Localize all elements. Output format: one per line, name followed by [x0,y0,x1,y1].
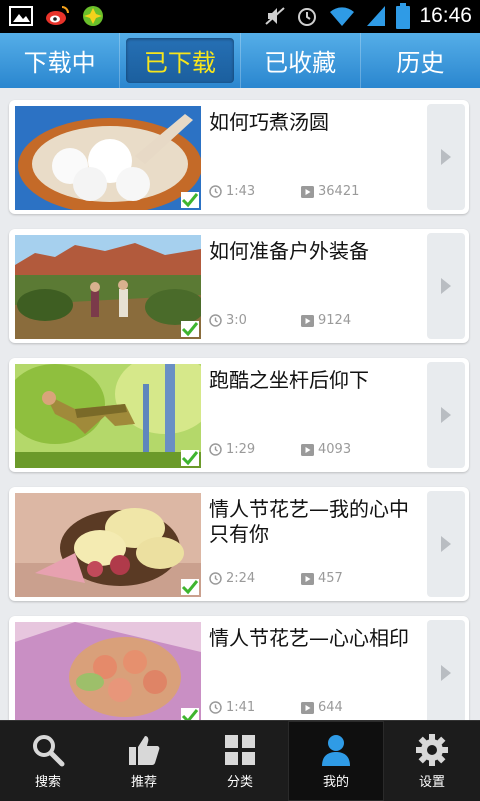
video-meta: 3:0 9124 [209,313,351,328]
video-title: 情人节花艺—我的心中只有你 [209,497,409,546]
grid-icon [225,734,255,765]
clock-icon [209,572,222,585]
clock-icon [209,701,222,714]
list-item[interactable]: 如何巧煮汤圆 1:43 36421 [9,100,469,214]
video-thumbnail [15,364,201,468]
video-meta: 1:43 36421 [209,184,359,199]
play-count-icon [301,314,314,327]
video-title: 跑酷之坐杆后仰下 [209,368,369,392]
video-title: 如何巧煮汤圆 [209,110,329,134]
tab-downloaded[interactable]: 已下载 [120,33,241,88]
video-plays: 36421 [318,184,360,199]
thumbs-up-icon [129,735,160,765]
chevron-right-icon [441,149,451,165]
downloaded-check-icon [181,579,199,595]
downloaded-check-icon [181,450,199,466]
clock: 16:46 [419,4,472,27]
play-count-icon [301,572,314,585]
nav-category[interactable]: 分类 [192,721,288,801]
nav-settings[interactable]: 设置 [384,721,480,801]
video-plays: 9124 [318,313,352,328]
play-count-icon [301,701,314,714]
gallery-icon [9,6,33,26]
nav-recommend[interactable]: 推荐 [96,721,192,801]
open-arrow-button[interactable] [427,620,465,720]
search-icon [33,734,65,766]
chevron-right-icon [441,665,451,681]
gear-icon [416,733,448,766]
clock-icon [209,443,222,456]
chevron-right-icon [441,278,451,294]
video-duration: 1:41 [226,700,256,715]
nav-label: 搜索 [34,774,61,790]
list-item[interactable]: 如何准备户外装备 3:0 9124 [9,229,469,343]
video-thumbnail [15,493,201,597]
bottom-nav: 搜索 推荐 分类 我的 设置 [0,720,480,801]
open-arrow-button[interactable] [427,362,465,468]
video-title: 情人节花艺—心心相印 [209,626,409,650]
tab-label: 已下载 [125,38,234,83]
list-item[interactable]: 情人节花艺—心心相印 1:41 644 [9,616,469,720]
chevron-right-icon [441,536,451,552]
tab-label: 历史 [396,49,445,77]
clock-icon [209,185,222,198]
wifi-icon [330,7,355,26]
status-bar: 16:46 [0,0,480,33]
video-thumbnail [15,622,201,720]
open-arrow-button[interactable] [427,104,465,210]
weibo-icon [46,6,69,25]
nav-label: 推荐 [130,774,157,790]
video-meta: 2:24 457 [209,571,343,586]
video-title: 如何准备户外装备 [209,239,369,263]
open-arrow-button[interactable] [427,233,465,339]
downloaded-check-icon [181,321,199,337]
tab-label: 下载中 [23,49,96,77]
list-item[interactable]: 情人节花艺—我的心中只有你 2:24 457 [9,487,469,601]
video-duration: 1:29 [226,442,256,457]
alarm-icon [298,8,317,26]
chevron-right-icon [441,407,451,423]
video-meta: 1:41 644 [209,700,343,715]
video-plays: 4093 [318,442,352,457]
open-arrow-button[interactable] [427,491,465,597]
clock-icon [209,314,222,327]
video-duration: 2:24 [226,571,256,586]
downloaded-check-icon [181,708,199,720]
nav-label: 分类 [226,774,253,790]
video-plays: 457 [318,571,343,586]
tab-label: 已收藏 [264,49,337,77]
tab-downloading[interactable]: 下载中 [0,33,121,88]
tab-favorites[interactable]: 已收藏 [241,33,361,88]
tab-history[interactable]: 历史 [361,33,480,88]
video-list: 如何巧煮汤圆 1:43 36421 如何准备户外装备 3:0 9124 跑酷之坐… [0,88,480,720]
app-icon [83,6,103,26]
video-duration: 3:0 [226,313,247,328]
video-plays: 644 [318,700,343,715]
battery-icon [396,3,411,29]
downloaded-check-icon [181,192,199,208]
play-count-icon [301,185,314,198]
nav-mine[interactable]: 我的 [288,721,384,801]
video-meta: 1:29 4093 [209,442,351,457]
video-duration: 1:43 [226,184,256,199]
video-thumbnail [15,235,201,339]
play-count-icon [301,443,314,456]
top-tab-bar: 下载中 已下载 已收藏 历史 [0,33,480,88]
video-thumbnail [15,106,201,210]
nav-label: 设置 [418,774,445,790]
signal-icon [367,6,386,26]
mute-icon [265,7,286,25]
nav-search[interactable]: 搜索 [0,721,96,801]
nav-label: 我的 [322,774,349,790]
list-item[interactable]: 跑酷之坐杆后仰下 1:29 4093 [9,358,469,472]
user-icon [322,734,350,766]
